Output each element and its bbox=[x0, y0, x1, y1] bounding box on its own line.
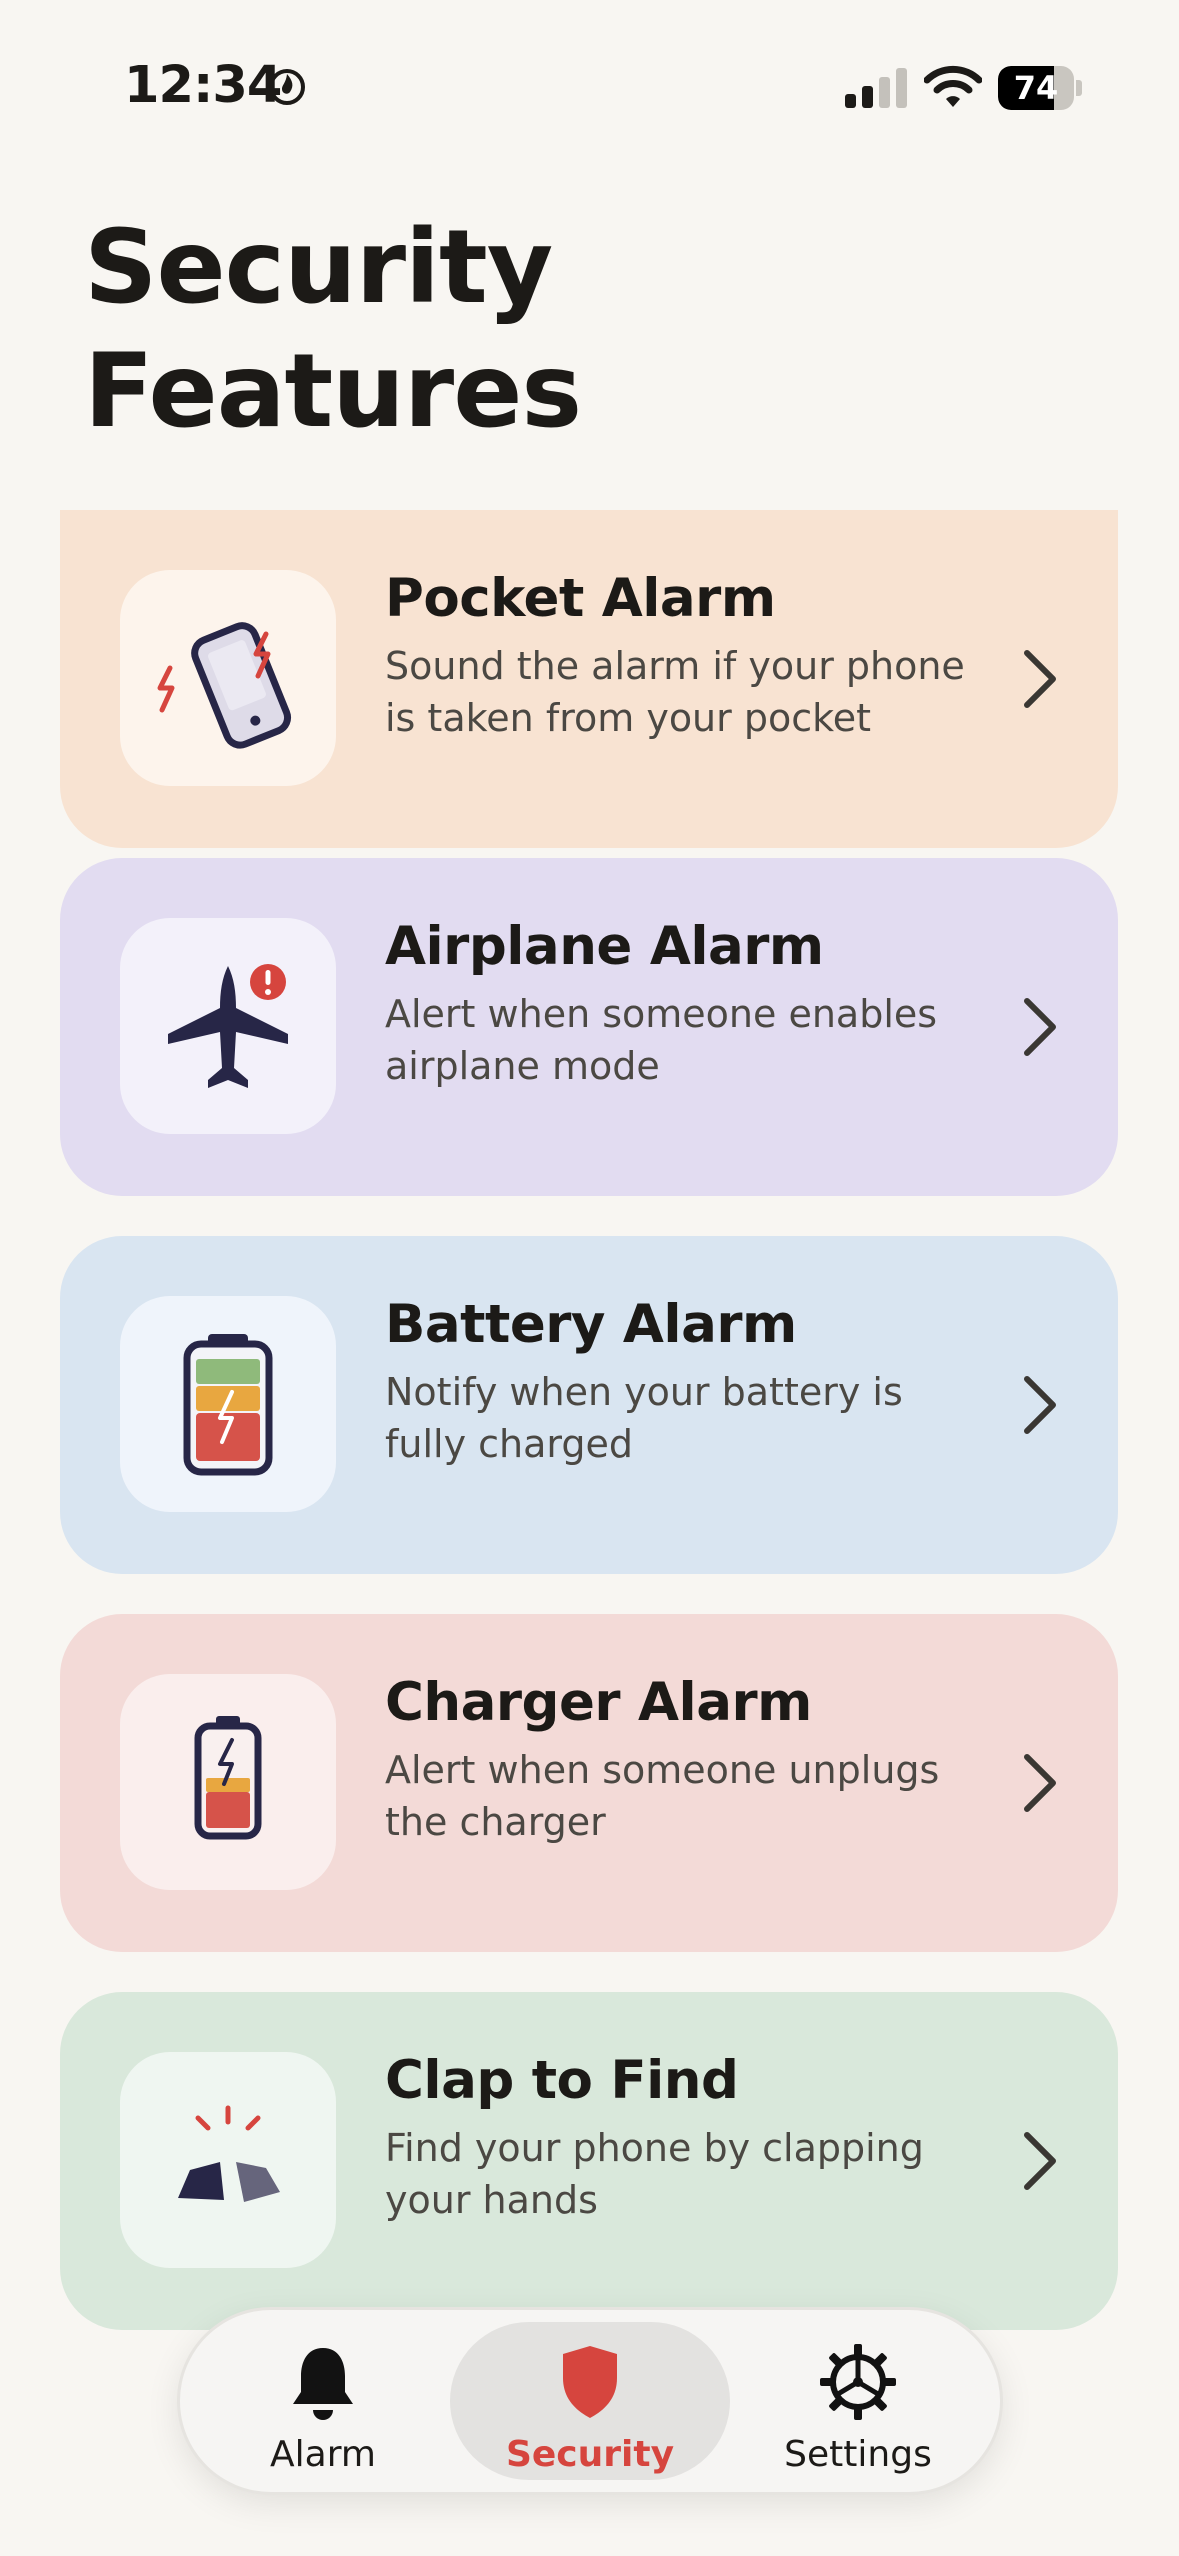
page-title: Security Features bbox=[84, 208, 582, 451]
feature-title: Charger Alarm bbox=[385, 1672, 812, 1733]
feature-title: Pocket Alarm bbox=[385, 568, 776, 629]
clapping-hands-icon bbox=[178, 2105, 280, 2202]
feature-description: Sound the alarm if your phone is taken f… bbox=[385, 644, 965, 740]
tab-alarm[interactable]: Alarm bbox=[204, 2322, 442, 2480]
chevron-right-icon bbox=[1024, 1376, 1056, 1434]
feature-card-airplane-alarm[interactable]: Airplane Alarm Alert when someone enable… bbox=[60, 858, 1118, 1196]
feature-card-clap-to-find[interactable]: Clap to Find Find your phone by clapping… bbox=[60, 1992, 1118, 2330]
feature-icon-tile bbox=[120, 2052, 336, 2268]
status-bar: 12:34 74 bbox=[0, 0, 1179, 170]
chevron-right-icon bbox=[1024, 2132, 1056, 2190]
chevron-right-icon bbox=[1024, 998, 1056, 1056]
feature-card-charger-alarm[interactable]: Charger Alarm Alert when someone unplugs… bbox=[60, 1614, 1118, 1952]
chevron-right-icon bbox=[1024, 650, 1056, 708]
tab-label: Alarm bbox=[270, 2434, 376, 2475]
battery-level: 74 bbox=[1013, 69, 1059, 107]
tab-label: Security bbox=[505, 2434, 675, 2475]
airplane-alert-icon bbox=[168, 964, 288, 1088]
tab-bar: Alarm Security Settings bbox=[180, 2310, 1000, 2492]
feature-description: Find your phone by clapping your hands bbox=[385, 2126, 924, 2222]
feature-icon-tile bbox=[120, 918, 336, 1134]
cellular-signal-icon bbox=[845, 68, 907, 108]
chevron-right-icon bbox=[1024, 1754, 1056, 1812]
feature-icon-tile bbox=[120, 1674, 336, 1890]
feature-card-battery-alarm[interactable]: Battery Alarm Notify when your battery i… bbox=[60, 1236, 1118, 1574]
battery-charge-icon bbox=[183, 1334, 273, 1476]
bell-icon bbox=[293, 2348, 353, 2420]
tab-label: Settings bbox=[784, 2434, 932, 2475]
wifi-icon bbox=[924, 65, 982, 107]
feature-icon-tile bbox=[120, 1296, 336, 1512]
feature-title: Airplane Alarm bbox=[385, 916, 824, 977]
feature-title: Battery Alarm bbox=[385, 1294, 797, 1355]
battery-indicator: 74 bbox=[998, 66, 1082, 110]
gear-icon bbox=[820, 2344, 896, 2420]
feature-icon-tile bbox=[120, 570, 336, 786]
phone-shake-icon bbox=[157, 622, 292, 749]
charger-unplug-icon bbox=[194, 1716, 262, 1840]
focus-mode-icon bbox=[269, 69, 305, 105]
feature-card-pocket-alarm[interactable]: Pocket Alarm Sound the alarm if your pho… bbox=[60, 510, 1118, 848]
feature-title: Clap to Find bbox=[385, 2050, 739, 2111]
tab-settings[interactable]: Settings bbox=[740, 2322, 976, 2480]
feature-description: Alert when someone unplugs the charger bbox=[385, 1748, 940, 1844]
tab-security[interactable]: Security bbox=[450, 2322, 730, 2480]
shield-icon bbox=[563, 2346, 617, 2418]
security-features-screen: 12:34 74 Security Features Pocket Alarm … bbox=[0, 0, 1179, 2556]
status-time: 12:34 bbox=[124, 56, 282, 115]
feature-description: Alert when someone enables airplane mode bbox=[385, 992, 938, 1088]
feature-description: Notify when your battery is fully charge… bbox=[385, 1370, 903, 1466]
